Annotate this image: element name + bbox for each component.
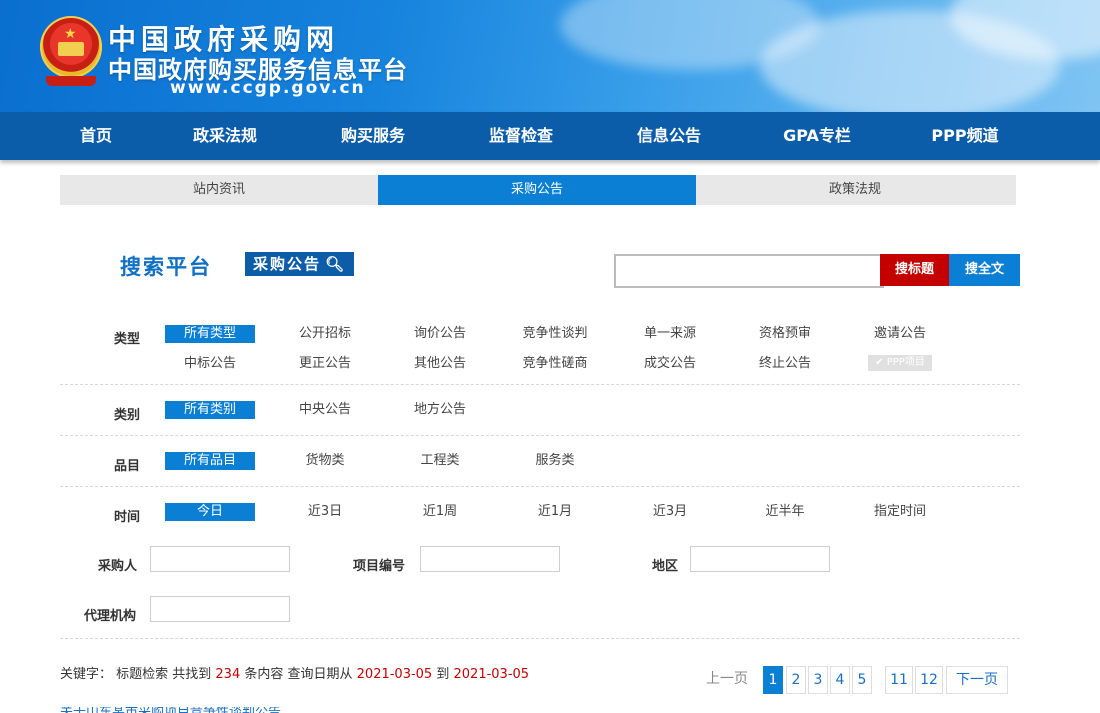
nav-purchase-services[interactable]: 购买服务 [313,112,433,160]
result-link-partial[interactable]: 关于山东某市采购项目竞争性谈判公告 [60,707,540,713]
category-option[interactable]: 中央公告 [280,401,370,419]
site-url: www.ccgp.gov.cn [170,78,366,98]
time-option[interactable]: 近3月 [625,503,715,521]
item-option[interactable]: 服务类 [510,452,600,470]
purchaser-label: 采购人 [98,559,138,574]
national-emblem-icon[interactable]: ★ [40,16,102,86]
time-option[interactable]: 今日 [165,503,255,521]
check-icon: ✔ [875,357,884,368]
page-button[interactable]: 1 [763,666,783,694]
page-button[interactable]: 3 [808,666,828,694]
summary-to: 到 [436,667,450,682]
nav-supervision[interactable]: 监督检查 [461,112,581,160]
page-button[interactable]: 12 [915,666,943,694]
tab-site-news[interactable]: 站内资讯 [60,175,378,205]
result-summary: 关键字： 标题检索 共找到 234 条内容 查询日期从 2021-03-05 到… [60,663,529,682]
search-title-button[interactable]: 搜标题 [880,254,949,286]
nav-home[interactable]: 首页 [36,112,156,160]
time-option[interactable]: 指定时间 [855,503,945,521]
divider [60,384,1020,386]
type-option[interactable]: 竞争性谈判 [508,325,602,343]
search-platform-title: 搜索平台 [120,255,212,279]
search-fulltext-button[interactable]: 搜全文 [949,254,1020,286]
search-input[interactable] [614,254,884,288]
type-option[interactable]: 其他公告 [395,355,485,373]
type-option[interactable]: 更正公告 [280,355,370,373]
ppp-toggle[interactable]: ✔ PPP项目 [868,355,932,371]
date-from: 2021-03-05 [356,667,433,682]
sub-tabs: 站内资讯 采购公告 政策法规 [60,175,1016,205]
nav-regulations[interactable]: 政采法规 [165,112,285,160]
type-option[interactable]: 所有类型 [165,325,255,343]
type-option[interactable]: 资格预审 [740,325,830,343]
project-number-label: 项目编号 [353,559,406,574]
search-platform-badge: 采购公告 🔍︎ [245,252,355,276]
summary-mid: 条内容 查询日期从 [244,667,353,682]
tab-procurement-notices[interactable]: 采购公告 [378,175,696,205]
item-option[interactable]: 所有品目 [165,452,255,470]
nav-gpa[interactable]: GPA专栏 [757,112,877,160]
filter-category-label: 类别 [113,408,140,423]
divider [60,486,1020,488]
nav-announcements[interactable]: 信息公告 [609,112,729,160]
next-page-button[interactable]: 下一页 [946,666,1008,694]
project-number-input[interactable] [420,546,560,572]
type-option[interactable]: 邀请公告 [855,325,945,343]
summary-prefix: 关键字： 标题检索 共找到 [60,667,212,682]
result-count: 234 [215,667,241,682]
page-button[interactable]: 5 [852,666,872,694]
item-option[interactable]: 货物类 [280,452,370,470]
time-option[interactable]: 近1月 [510,503,600,521]
filter-type-label: 类型 [113,332,140,347]
purchaser-input[interactable] [150,546,290,572]
prev-page-button[interactable]: 上一页 [700,666,754,694]
main-nav: 首页 政采法规 购买服务 监督检查 信息公告 GPA专栏 PPP频道 [0,112,1100,160]
page-button[interactable]: 2 [786,666,806,694]
type-option[interactable]: 单一来源 [625,325,715,343]
type-option[interactable]: 终止公告 [740,355,830,373]
type-option[interactable]: 成交公告 [625,355,715,373]
region-input[interactable] [690,546,830,572]
time-option[interactable]: 近1周 [395,503,485,521]
page-button[interactable]: 11 [885,666,913,694]
region-label: 地区 [652,559,679,574]
filter-time-label: 时间 [113,510,140,525]
page-button[interactable]: 4 [830,666,850,694]
category-option[interactable]: 地方公告 [395,401,485,419]
divider [60,435,1020,437]
date-to: 2021-03-05 [453,667,530,682]
time-option[interactable]: 近半年 [740,503,830,521]
type-option[interactable]: 竞争性磋商 [508,355,602,373]
ppp-label: PPP项目 [886,357,925,368]
nav-ppp[interactable]: PPP频道 [905,112,1025,160]
time-option[interactable]: 近3日 [280,503,370,521]
category-option[interactable]: 所有类别 [165,401,255,419]
divider [60,638,1020,640]
agency-input[interactable] [150,596,290,622]
header-banner: ★ 中国政府采购网 中国政府购买服务信息平台 www.ccgp.gov.cn [0,0,1100,112]
tab-policy[interactable]: 政策法规 [696,175,1014,205]
filter-item-label: 品目 [113,459,140,474]
type-option[interactable]: 公开招标 [280,325,370,343]
item-option[interactable]: 工程类 [395,452,485,470]
agency-label: 代理机构 [84,609,137,624]
type-option[interactable]: 中标公告 [165,355,255,373]
search-icon: 🔍︎ [325,255,347,273]
type-option[interactable]: 询价公告 [395,325,485,343]
search-badge-label: 采购公告 [253,255,322,273]
